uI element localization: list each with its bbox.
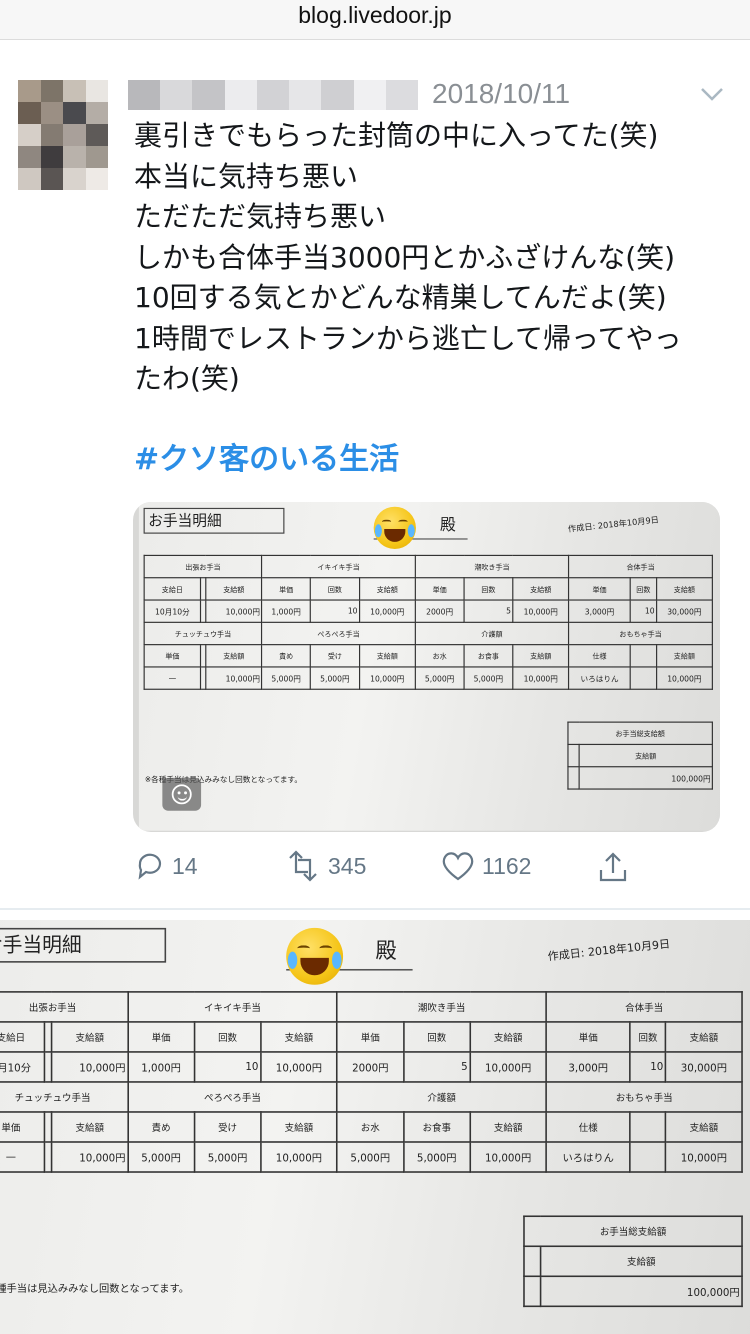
tweet-line: 本当に気持ち悪い — [134, 159, 359, 193]
sticker-button[interactable] — [162, 777, 202, 811]
browser-url-bar[interactable]: blog.livedoor.jp — [0, 0, 750, 40]
retweet-button[interactable]: 345 — [284, 850, 366, 882]
tweet-card[interactable]: 2018/10/11 裏引きでもらった封筒の中に入ってた(笑) 本当に気持ち悪い… — [0, 40, 750, 910]
tweet-line: 10回する気とかどんな精巣してんだよ(笑) — [134, 281, 667, 314]
tweet-line: 裏引きでもらった封筒の中に入ってた(笑) — [134, 119, 659, 152]
allowance-table: 出張お手当 イキイキ手当 潮吹き手当 合体手当 支給日支給額 単価回数支給額 単… — [143, 554, 713, 690]
share-icon — [599, 852, 627, 882]
blurred-user-name[interactable] — [128, 80, 418, 110]
heart-icon — [442, 852, 474, 881]
allowance-document-large: お手当明細 殿 作成日: 2018年10月9日 出張お手当 イキイキ手当 潮吹き… — [0, 920, 750, 1334]
total-table: お手当総支給額 支給額 100,000円 — [523, 1215, 743, 1308]
document-title: お手当明細 — [0, 927, 167, 963]
hashtag-link[interactable]: #クソ客のいる生活 — [134, 434, 399, 478]
retweet-count: 345 — [328, 852, 367, 879]
allowance-table: 出張お手当 イキイキ手当 潮吹き手当 合体手当 支給日支給額 単価回数支給額 単… — [0, 991, 743, 1173]
tweet-actions: 14 345 1162 — [134, 850, 734, 894]
enlarged-document-photo[interactable]: お手当明細 殿 作成日: 2018年10月9日 出張お手当 イキイキ手当 潮吹き… — [0, 920, 750, 1334]
tweet-photo[interactable]: お手当明細 殿 作成日: 2018年10月9日 出張お手当 イキイキ手当 潮吹き… — [133, 502, 720, 832]
like-button[interactable]: 1162 — [440, 850, 531, 882]
share-button[interactable] — [596, 850, 636, 884]
tweet-line: ただただ気持ち悪い — [134, 200, 387, 233]
document-title: お手当明細 — [143, 507, 285, 534]
reply-count: 14 — [172, 852, 198, 879]
laughing-emoji-icon — [286, 927, 344, 985]
url-text: blog.livedoor.jp — [298, 2, 452, 28]
reply-icon — [138, 853, 162, 880]
allowance-document: お手当明細 殿 作成日: 2018年10月9日 出張お手当 イキイキ手当 潮吹き… — [138, 502, 720, 831]
smiley-icon — [171, 784, 192, 805]
tweet-line: たわ(笑) — [134, 362, 240, 395]
chevron-down-icon[interactable] — [698, 80, 726, 108]
created-date: 作成日: 2018年10月9日 — [547, 937, 671, 964]
like-count: 1162 — [482, 852, 532, 879]
divider — [0, 908, 750, 910]
document-note: 各種手当は見込みみなし回数となってます。 — [0, 1283, 190, 1296]
tweet-date: 2018/10/11 — [432, 78, 571, 109]
laughing-emoji-icon — [373, 506, 416, 549]
reply-button[interactable]: 14 — [134, 850, 198, 882]
created-date: 作成日: 2018年10月9日 — [567, 515, 660, 535]
avatar[interactable] — [18, 80, 108, 190]
total-table: お手当総支給額 支給額 100,000円 — [567, 721, 713, 790]
tweet-line: 1時間でレストランから逃亡して帰ってやっ — [134, 321, 682, 355]
retweet-icon — [289, 850, 317, 882]
tweet-text: 裏引きでもらった封筒の中に入ってた(笑) 本当に気持ち悪い ただただ気持ち悪い … — [134, 116, 734, 400]
tweet-line: しかも合体手当3000円とかふざけんな(笑) — [134, 240, 676, 274]
